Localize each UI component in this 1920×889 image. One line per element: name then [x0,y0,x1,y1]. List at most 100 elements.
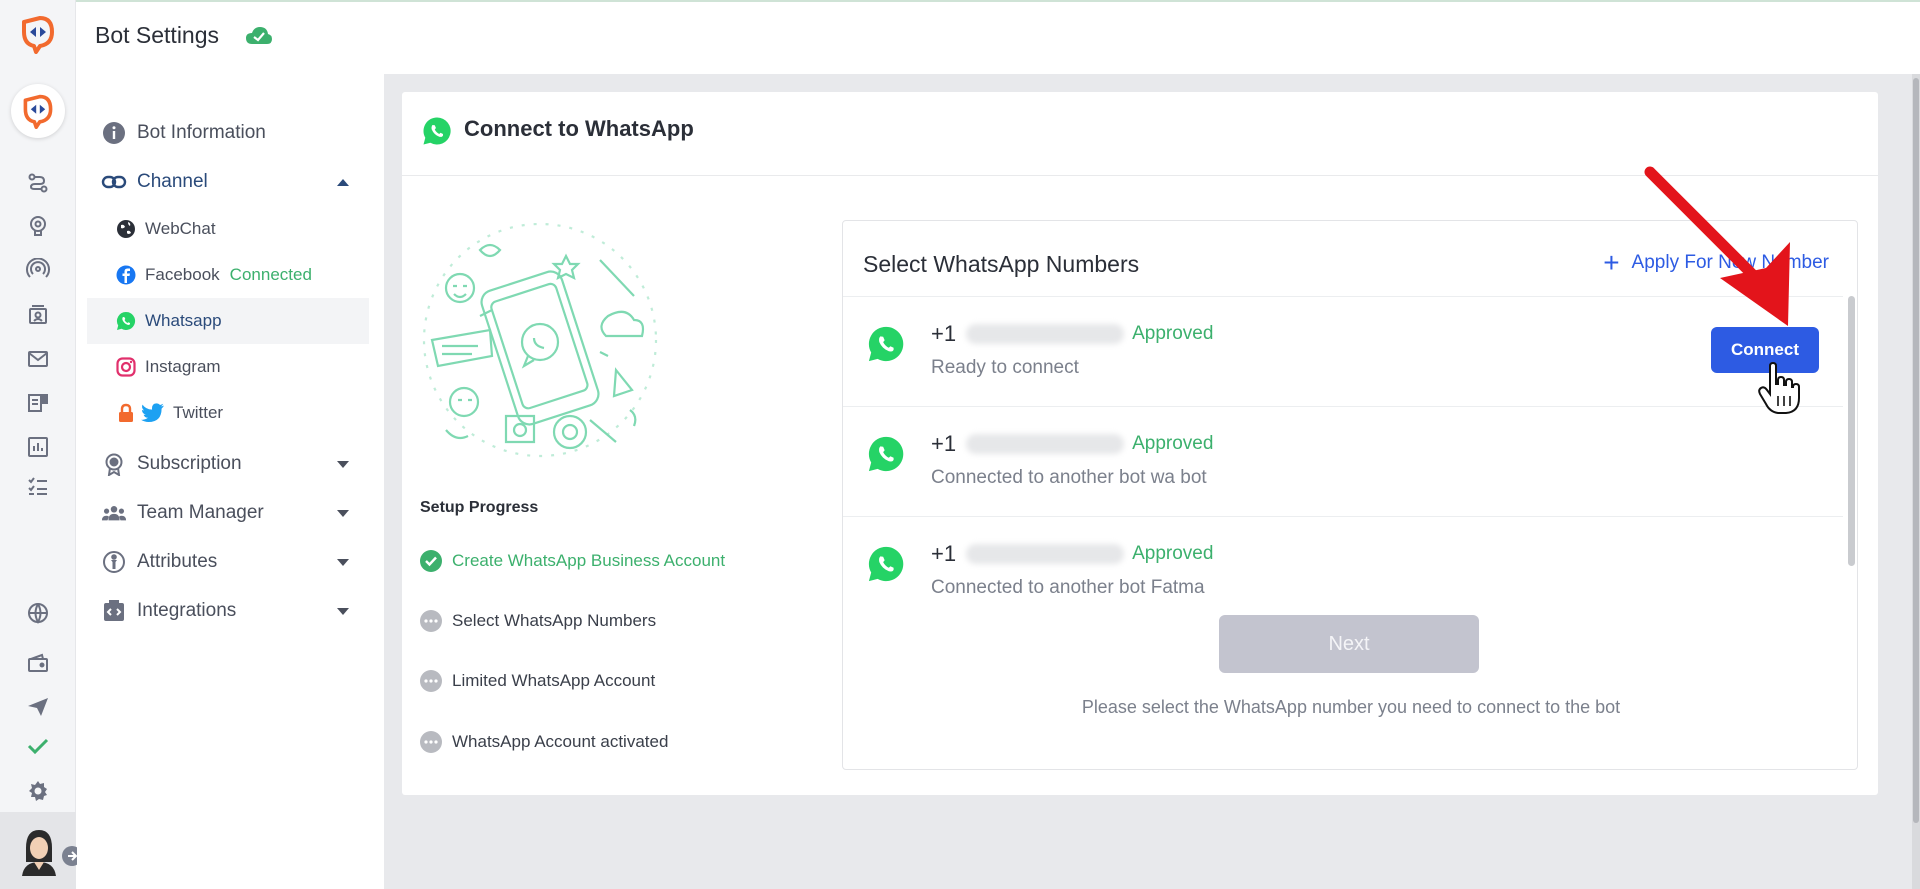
link-icon [101,169,127,195]
whatsapp-icon [115,310,137,332]
next-button[interactable]: Next [1219,615,1479,673]
attributes-icon [101,549,127,575]
select-number-hint: Please select the WhatsApp number you ne… [1081,697,1621,717]
wallet-icon[interactable] [26,651,50,675]
nav-label: Subscription [137,453,242,474]
twitter-icon [141,402,165,424]
card-title: Connect to WhatsApp [464,116,694,141]
nav-label: Bot Information [137,122,266,143]
channel-whatsapp[interactable]: Whatsapp [87,298,369,344]
broadcast-icon[interactable] [26,257,50,282]
icon-rail [0,0,82,889]
nav-label: Team Manager [137,502,264,523]
panel-title: Select WhatsApp Numbers [863,251,1140,277]
redacted-number [966,324,1125,344]
settings-sidebar: Bot Information Channel WebChat Facebook… [77,74,384,889]
number-description: Ready to connect [931,357,1079,378]
number-row[interactable]: +1 Approved Connected to another bot Fat… [843,516,1843,606]
nav-label: Channel [137,171,208,192]
phone-prefix: +1 [931,321,957,346]
cloud-saved-icon [245,26,273,50]
analytics-icon[interactable] [26,435,50,459]
bot-avatar[interactable] [11,84,65,138]
check-icon[interactable] [26,734,50,758]
step-limited-account: Limited WhatsApp Account [420,668,655,694]
phone-number: +1 Approved [931,541,1213,567]
nav-integrations[interactable]: Integrations [87,589,369,633]
channel-instagram[interactable]: Instagram [87,344,369,390]
phone-number: +1 Approved [931,431,1213,457]
nav-team-manager[interactable]: Team Manager [87,491,369,535]
app-logo-icon[interactable] [18,14,58,54]
whatsapp-illustration [420,220,660,460]
pending-dots-icon [420,610,442,632]
chevron-up-icon [337,178,349,186]
facebook-status-badge: Connected [229,265,312,284]
forms-icon[interactable] [26,391,50,415]
chevron-down-icon [337,558,349,566]
pending-dots-icon [420,731,442,753]
badge-icon [101,451,127,477]
whatsapp-icon [867,545,905,587]
approved-badge: Approved [1132,433,1214,454]
phone-number: +1 Approved [931,321,1213,347]
tasks-icon[interactable] [26,474,50,498]
whatsapp-icon [867,325,905,367]
integrations-icon [101,598,127,624]
lock-icon [115,402,137,424]
main-scrollbar[interactable] [1912,74,1920,889]
channel-facebook[interactable]: Facebook Connected [87,252,369,298]
nav-bot-information[interactable]: Bot Information [87,111,369,155]
instagram-icon [115,356,137,378]
whatsapp-icon [422,116,452,150]
nav-label: Integrations [137,600,237,621]
flow-icon[interactable] [26,171,50,195]
phone-prefix: +1 [931,541,957,566]
header: Bot Settings [77,2,1920,74]
send-icon[interactable] [26,695,50,719]
page-title: Bot Settings [95,22,220,48]
channel-label: Instagram [145,357,221,376]
channel-webchat[interactable]: WebChat [87,206,369,252]
nav-subscription[interactable]: Subscription [87,442,369,486]
whatsapp-icon [867,435,905,477]
globe-icon [115,218,137,240]
redacted-number [966,434,1125,454]
channel-label: WebChat [145,219,216,238]
step-account-activated: WhatsApp Account activated [420,729,668,755]
number-description: Connected to another bot Fatma [931,577,1205,598]
step-create-account: Create WhatsApp Business Account [420,548,725,574]
channel-twitter[interactable]: Twitter [87,390,369,436]
info-icon [101,120,127,146]
step-label: Limited WhatsApp Account [452,671,656,690]
setup-progress-title: Setup Progress [420,499,539,516]
facebook-icon [115,264,137,286]
panel-scrollbar[interactable] [1848,296,1855,566]
redacted-number [966,544,1125,564]
channel-label: Facebook [145,265,220,284]
team-icon [101,500,127,526]
plus-icon: + [1603,247,1620,278]
nav-channel[interactable]: Channel [87,160,369,204]
settings-icon[interactable] [26,779,50,803]
contacts-icon[interactable] [26,303,50,327]
chevron-down-icon [337,607,349,615]
channel-label: Whatsapp [145,311,222,330]
user-avatar[interactable] [18,826,60,876]
annotation-arrow-icon [1638,160,1798,364]
chevron-down-icon [337,460,349,468]
hand-cursor-icon [1758,361,1802,420]
step-label: WhatsApp Account activated [452,732,669,751]
nav-attributes[interactable]: Attributes [87,540,369,584]
globe-icon[interactable] [26,601,50,625]
approved-badge: Approved [1132,323,1214,344]
number-description: Connected to another bot wa bot [931,467,1207,488]
check-circle-icon [420,550,442,572]
step-label: Create WhatsApp Business Account [452,551,726,570]
brain-icon[interactable] [26,214,50,238]
mail-icon[interactable] [26,347,50,371]
channel-label: Twitter [173,403,224,422]
number-row[interactable]: +1 Approved Connected to another bot wa … [843,406,1843,516]
step-label: Select WhatsApp Numbers [452,611,657,630]
approved-badge: Approved [1132,543,1214,564]
